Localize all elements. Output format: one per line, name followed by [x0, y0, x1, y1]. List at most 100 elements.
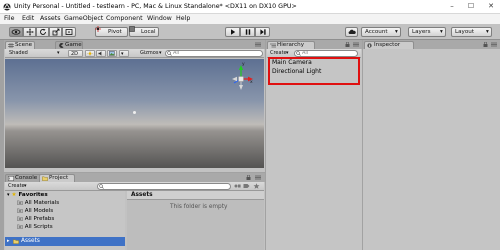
search-icon	[99, 184, 104, 189]
rect-tool-button[interactable]	[62, 27, 76, 37]
rotate-tool-button[interactable]	[36, 27, 49, 37]
tab-inspector[interactable]: Inspector	[364, 41, 414, 49]
search-folder-icon	[17, 216, 23, 221]
tab-hierarchy[interactable]: Hierarchy	[267, 41, 315, 49]
folder-icon	[42, 176, 48, 181]
tab-project[interactable]: Project	[39, 174, 75, 182]
tab-scene-label: Scene	[15, 42, 33, 48]
lock-icon[interactable]	[345, 42, 350, 47]
filter-type-icon[interactable]	[234, 183, 241, 189]
favorite-item-models[interactable]: All Models	[17, 208, 53, 214]
assets-breadcrumb-bar: Assets	[127, 191, 264, 200]
scale-tool-button[interactable]	[49, 27, 62, 37]
console-icon	[8, 176, 14, 181]
favorite-item-scripts[interactable]: All Scripts	[17, 224, 53, 230]
panel-menu-icon[interactable]	[255, 175, 261, 180]
search-icon	[167, 51, 172, 56]
local-toggle-button[interactable]: Local	[129, 26, 159, 37]
menu-help[interactable]: Help	[176, 15, 190, 22]
pivot-label: Pivot	[108, 29, 122, 35]
dropdown-arrow-icon: ▾	[57, 50, 60, 56]
panel-menu-icon[interactable]	[255, 42, 261, 47]
lock-icon[interactable]	[483, 42, 488, 47]
info-icon	[367, 43, 372, 48]
favorites-star-icon: ★	[11, 192, 17, 198]
pivot-toggle-button[interactable]: Pivot	[95, 26, 128, 37]
sun-icon	[87, 51, 93, 56]
scene-audio-toggle[interactable]	[96, 50, 106, 57]
folder-icon	[13, 239, 19, 244]
assets-folder-label: Assets	[21, 238, 40, 244]
gizmos-dropdown[interactable]: Gizmos ▾	[138, 50, 164, 57]
title-bar: Unity Personal - Untitled - testlearn - …	[0, 0, 500, 14]
local-label: Local	[141, 29, 156, 35]
hand-tool-button[interactable]	[9, 27, 23, 37]
unity-logo-icon	[3, 3, 11, 11]
hierarchy-search-input[interactable]: All	[294, 50, 358, 57]
tab-scene[interactable]: Scene	[5, 41, 35, 49]
minimize-button[interactable]: –	[445, 1, 459, 12]
search-folder-icon	[17, 224, 23, 229]
search-icon	[296, 51, 301, 56]
panel-menu-icon[interactable]	[353, 42, 359, 47]
move-tool-button[interactable]	[23, 27, 36, 37]
layout-label: Layout	[455, 29, 475, 35]
tab-console[interactable]: Console	[5, 174, 41, 182]
layers-dropdown[interactable]: Layers ▾	[408, 27, 446, 37]
project-create-dropdown[interactable]: Create ▾	[6, 183, 30, 190]
scene-search-input[interactable]: All	[165, 50, 263, 57]
speaker-icon	[98, 51, 104, 56]
menu-gameobject[interactable]: GameObject	[64, 15, 103, 22]
hierarchy-create-dropdown[interactable]: Create ▾	[268, 50, 292, 57]
play-button[interactable]	[225, 27, 240, 37]
scene-lighting-toggle[interactable]	[85, 50, 95, 57]
favorite-item-prefabs[interactable]: All Prefabs	[17, 216, 54, 222]
shading-mode-dropdown[interactable]: Shaded ▾	[7, 50, 65, 57]
menu-window[interactable]: Window	[147, 15, 172, 22]
image-effects-icon	[109, 51, 115, 56]
scene-control-bar: Shaded ▾ 2D ▾ Gizmos ▾ All	[5, 49, 264, 58]
project-search-input[interactable]	[97, 183, 231, 190]
account-dropdown[interactable]: Account ▾	[361, 27, 401, 37]
account-label: Account	[365, 29, 388, 35]
scene-tab-strip	[4, 40, 265, 49]
inspector-panel	[363, 40, 500, 250]
gizmo-y-label: y	[242, 62, 245, 67]
menu-edit[interactable]: Edit	[22, 15, 34, 22]
favorite-item-materials[interactable]: All Materials	[17, 200, 59, 206]
search-folder-icon	[17, 208, 23, 213]
hierarchy-list-icon	[270, 43, 276, 48]
project-control-bar: Create ▾	[5, 182, 264, 191]
hierarchy-item-directional-light[interactable]: Directional Light	[272, 68, 321, 75]
menu-file[interactable]: File	[4, 15, 15, 22]
panel-menu-icon[interactable]	[491, 42, 497, 47]
layout-dropdown[interactable]: Layout ▾	[451, 27, 492, 37]
tab-game[interactable]: Game	[55, 41, 83, 49]
favorites-header[interactable]: ▾ ★ Favorites	[7, 192, 48, 198]
favorite-label: All Models	[24, 208, 54, 214]
step-button[interactable]	[255, 27, 270, 37]
scene-camera-toggle[interactable]: ▾	[119, 50, 129, 57]
assets-folder-row[interactable]: ▸ Assets	[5, 237, 125, 246]
favorite-star-icon[interactable]	[253, 183, 260, 189]
dropdown-arrow-icon: ▾	[395, 29, 398, 35]
hierarchy-item-main-camera[interactable]: Main Camera	[272, 59, 312, 66]
mode-2d-toggle[interactable]: 2D	[68, 50, 83, 57]
scene-effects-toggle[interactable]	[107, 50, 117, 57]
assets-breadcrumb[interactable]: Assets	[131, 192, 153, 198]
maximize-button[interactable]: ☐	[464, 1, 478, 12]
scene-grid-icon	[8, 43, 14, 48]
pause-button[interactable]	[240, 27, 255, 37]
tab-console-label: Console	[15, 175, 38, 181]
scene-origin-marker	[133, 111, 136, 114]
filter-label-icon[interactable]	[243, 183, 250, 189]
menu-assets[interactable]: Assets	[40, 15, 61, 22]
favorites-label: Favorites	[18, 192, 48, 198]
orientation-gizmo[interactable]: y x	[228, 62, 254, 93]
close-button[interactable]: ✕	[484, 1, 498, 12]
cloud-button[interactable]	[345, 27, 358, 37]
lock-icon[interactable]	[246, 175, 251, 180]
menu-component[interactable]: Component	[106, 15, 143, 22]
dropdown-arrow-icon: ▾	[24, 183, 27, 189]
favorite-label: All Scripts	[24, 224, 53, 230]
